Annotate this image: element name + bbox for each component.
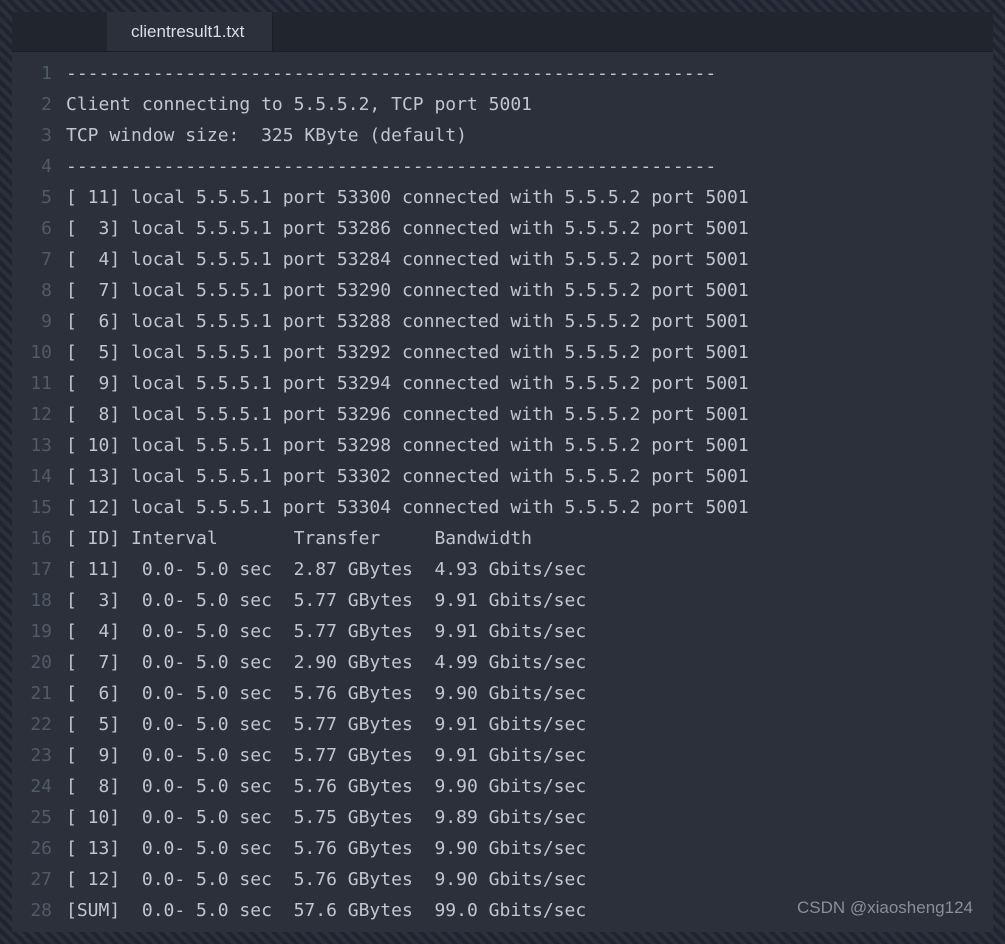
code-line[interactable]: [ 9] local 5.5.5.1 port 53294 connected … — [66, 368, 993, 399]
line-number: 10 — [12, 337, 52, 368]
window-frame: clientresult1.txt 1234567891011121314151… — [0, 0, 1005, 944]
code-line[interactable]: TCP window size: 325 KByte (default) — [66, 120, 993, 151]
code-line[interactable]: [ 9] 0.0- 5.0 sec 5.77 GBytes 9.91 Gbits… — [66, 740, 993, 771]
code-line[interactable]: [ 4] local 5.5.5.1 port 53284 connected … — [66, 244, 993, 275]
line-number: 23 — [12, 740, 52, 771]
line-number: 18 — [12, 585, 52, 616]
line-number: 1 — [12, 58, 52, 89]
code-line[interactable]: [ 3] local 5.5.5.1 port 53286 connected … — [66, 213, 993, 244]
line-number: 12 — [12, 399, 52, 430]
code-line[interactable]: ----------------------------------------… — [66, 151, 993, 182]
code-lines[interactable]: ----------------------------------------… — [66, 58, 993, 932]
line-number: 26 — [12, 833, 52, 864]
line-number: 8 — [12, 275, 52, 306]
line-number-gutter: 1234567891011121314151617181920212223242… — [12, 58, 66, 932]
code-line[interactable]: [ 5] 0.0- 5.0 sec 5.77 GBytes 9.91 Gbits… — [66, 709, 993, 740]
line-number: 17 — [12, 554, 52, 585]
file-tab-label: clientresult1.txt — [131, 22, 244, 42]
line-number: 19 — [12, 616, 52, 647]
line-number: 13 — [12, 430, 52, 461]
line-number: 20 — [12, 647, 52, 678]
line-number: 27 — [12, 864, 52, 895]
code-line[interactable]: [ 6] 0.0- 5.0 sec 5.76 GBytes 9.90 Gbits… — [66, 678, 993, 709]
watermark-text: CSDN @xiaosheng124 — [797, 898, 973, 918]
line-number: 6 — [12, 213, 52, 244]
code-line[interactable]: [ 8] 0.0- 5.0 sec 5.76 GBytes 9.90 Gbits… — [66, 771, 993, 802]
line-number: 5 — [12, 182, 52, 213]
code-line[interactable]: [ 7] local 5.5.5.1 port 53290 connected … — [66, 275, 993, 306]
code-line[interactable]: [ 7] 0.0- 5.0 sec 2.90 GBytes 4.99 Gbits… — [66, 647, 993, 678]
editor-pane: clientresult1.txt 1234567891011121314151… — [12, 12, 993, 932]
code-line[interactable]: [ 13] local 5.5.5.1 port 53302 connected… — [66, 461, 993, 492]
line-number: 14 — [12, 461, 52, 492]
code-line[interactable]: [ 5] local 5.5.5.1 port 53292 connected … — [66, 337, 993, 368]
code-line[interactable]: [ 4] 0.0- 5.0 sec 5.77 GBytes 9.91 Gbits… — [66, 616, 993, 647]
line-number: 22 — [12, 709, 52, 740]
code-area[interactable]: 1234567891011121314151617181920212223242… — [12, 52, 993, 932]
tab-spacer — [12, 12, 107, 51]
code-line[interactable]: Client connecting to 5.5.5.2, TCP port 5… — [66, 89, 993, 120]
code-line[interactable]: [ 6] local 5.5.5.1 port 53288 connected … — [66, 306, 993, 337]
line-number: 24 — [12, 771, 52, 802]
code-line[interactable]: [ 10] local 5.5.5.1 port 53298 connected… — [66, 430, 993, 461]
line-number: 9 — [12, 306, 52, 337]
code-line[interactable]: [ 10] 0.0- 5.0 sec 5.75 GBytes 9.89 Gbit… — [66, 802, 993, 833]
line-number: 2 — [12, 89, 52, 120]
line-number: 28 — [12, 895, 52, 926]
code-line[interactable]: [ 13] 0.0- 5.0 sec 5.76 GBytes 9.90 Gbit… — [66, 833, 993, 864]
line-number: 25 — [12, 802, 52, 833]
line-number: 16 — [12, 523, 52, 554]
code-line[interactable]: [ 11] local 5.5.5.1 port 53300 connected… — [66, 182, 993, 213]
file-tab-active[interactable]: clientresult1.txt — [107, 12, 273, 51]
line-number: 15 — [12, 492, 52, 523]
line-number: 4 — [12, 151, 52, 182]
line-number: 21 — [12, 678, 52, 709]
code-line[interactable]: [ 3] 0.0- 5.0 sec 5.77 GBytes 9.91 Gbits… — [66, 585, 993, 616]
code-line[interactable]: [ 8] local 5.5.5.1 port 53296 connected … — [66, 399, 993, 430]
line-number: 3 — [12, 120, 52, 151]
line-number: 11 — [12, 368, 52, 399]
code-line[interactable]: [ 12] 0.0- 5.0 sec 5.76 GBytes 9.90 Gbit… — [66, 864, 993, 895]
tab-bar: clientresult1.txt — [12, 12, 993, 52]
code-line[interactable]: [ 11] 0.0- 5.0 sec 2.87 GBytes 4.93 Gbit… — [66, 554, 993, 585]
code-line[interactable]: [ 12] local 5.5.5.1 port 53304 connected… — [66, 492, 993, 523]
line-number: 7 — [12, 244, 52, 275]
code-line[interactable]: ----------------------------------------… — [66, 58, 993, 89]
code-line[interactable]: [ ID] Interval Transfer Bandwidth — [66, 523, 993, 554]
